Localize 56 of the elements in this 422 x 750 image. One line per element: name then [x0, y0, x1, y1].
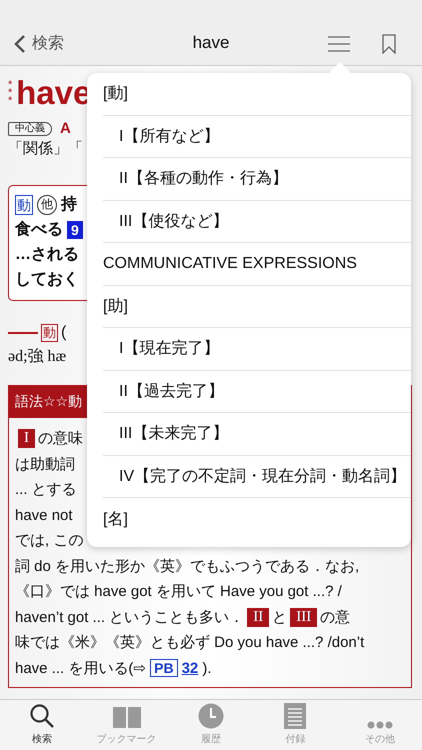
entry-text: haven’t got ... ということも多い．	[15, 608, 244, 627]
menu-item[interactable]: IV【完了の不定詞・現在分詞・動名詞】	[103, 456, 411, 498]
gloss-text: 「関係」「	[8, 139, 84, 158]
entry-text: 詞 do を用いた形か《英》でもふつうである．なお,	[15, 556, 360, 576]
bookmark-icon[interactable]	[382, 34, 396, 54]
entry-text: 《口》では have got を用いて Have you got ...? /	[15, 582, 342, 602]
entry-text: の意味	[38, 429, 83, 448]
entry-text: ... とする	[15, 480, 77, 500]
number-label: 9	[67, 220, 83, 238]
entry-text: have ... を用いる(⇨	[15, 658, 147, 678]
headword: have	[16, 74, 92, 112]
pronunciation-text: (	[61, 324, 66, 342]
dash-line	[8, 331, 38, 335]
core-label: A	[60, 120, 71, 137]
sense-badge: III	[290, 608, 318, 627]
menu-item[interactable]: I【現在完了】	[103, 328, 411, 370]
menu-icon[interactable]	[328, 36, 350, 52]
clock-icon	[198, 703, 224, 729]
back-chevron-icon	[14, 34, 26, 54]
more-icon	[366, 721, 393, 729]
pos-label: 動	[41, 324, 58, 342]
pronunciation-text: əd;強 hæ	[8, 347, 66, 367]
entry-text: ).	[201, 660, 212, 677]
entry-text: は助動詞	[15, 454, 75, 474]
menu-item[interactable]: [助]	[103, 286, 411, 328]
sense-badge: I	[18, 429, 35, 448]
page-title: have	[192, 33, 230, 53]
circled-label: 他	[37, 194, 57, 214]
menu-item[interactable]: I【所有など】	[103, 116, 411, 158]
entry-text: 持	[61, 194, 77, 215]
open-book-icon	[112, 705, 142, 729]
pos-label: 動	[15, 194, 33, 214]
menu-item[interactable]: III【使役など】	[103, 200, 411, 243]
menu-item[interactable]: [動]	[103, 73, 411, 116]
document-icon	[284, 703, 306, 729]
reference-link[interactable]: PB	[150, 659, 178, 678]
menu-item[interactable]: II【過去完了】	[103, 370, 411, 413]
entry-text: しておく	[15, 270, 79, 290]
page-link[interactable]: 32	[182, 660, 198, 677]
entry-text: と	[272, 608, 288, 627]
menu-item[interactable]: [名]	[103, 498, 411, 540]
entry-text: have not	[15, 506, 73, 524]
menu-item[interactable]: III【未来完了】	[103, 413, 411, 456]
tab-bar-item[interactable]: 検索	[0, 700, 84, 750]
entry-text: 味では《米》《英》とも必ず Do you have ...? /don’t	[15, 633, 364, 652]
menu-item[interactable]: II【各種の動作・行為】	[103, 158, 411, 200]
entry-text: の意	[320, 608, 350, 627]
entry-text: では, この	[15, 531, 84, 550]
core-meaning-badge: 中心義	[8, 122, 52, 136]
back-button[interactable]: 検索	[0, 33, 64, 54]
entry-text: 食べる	[15, 220, 63, 240]
entry-text: …される	[15, 245, 79, 265]
sense-badge: II	[247, 608, 270, 627]
importance-mark: ***	[8, 81, 14, 105]
menu-item[interactable]: COMMUNICATIVE EXPRESSIONS	[103, 243, 411, 286]
search-icon	[29, 703, 56, 729]
